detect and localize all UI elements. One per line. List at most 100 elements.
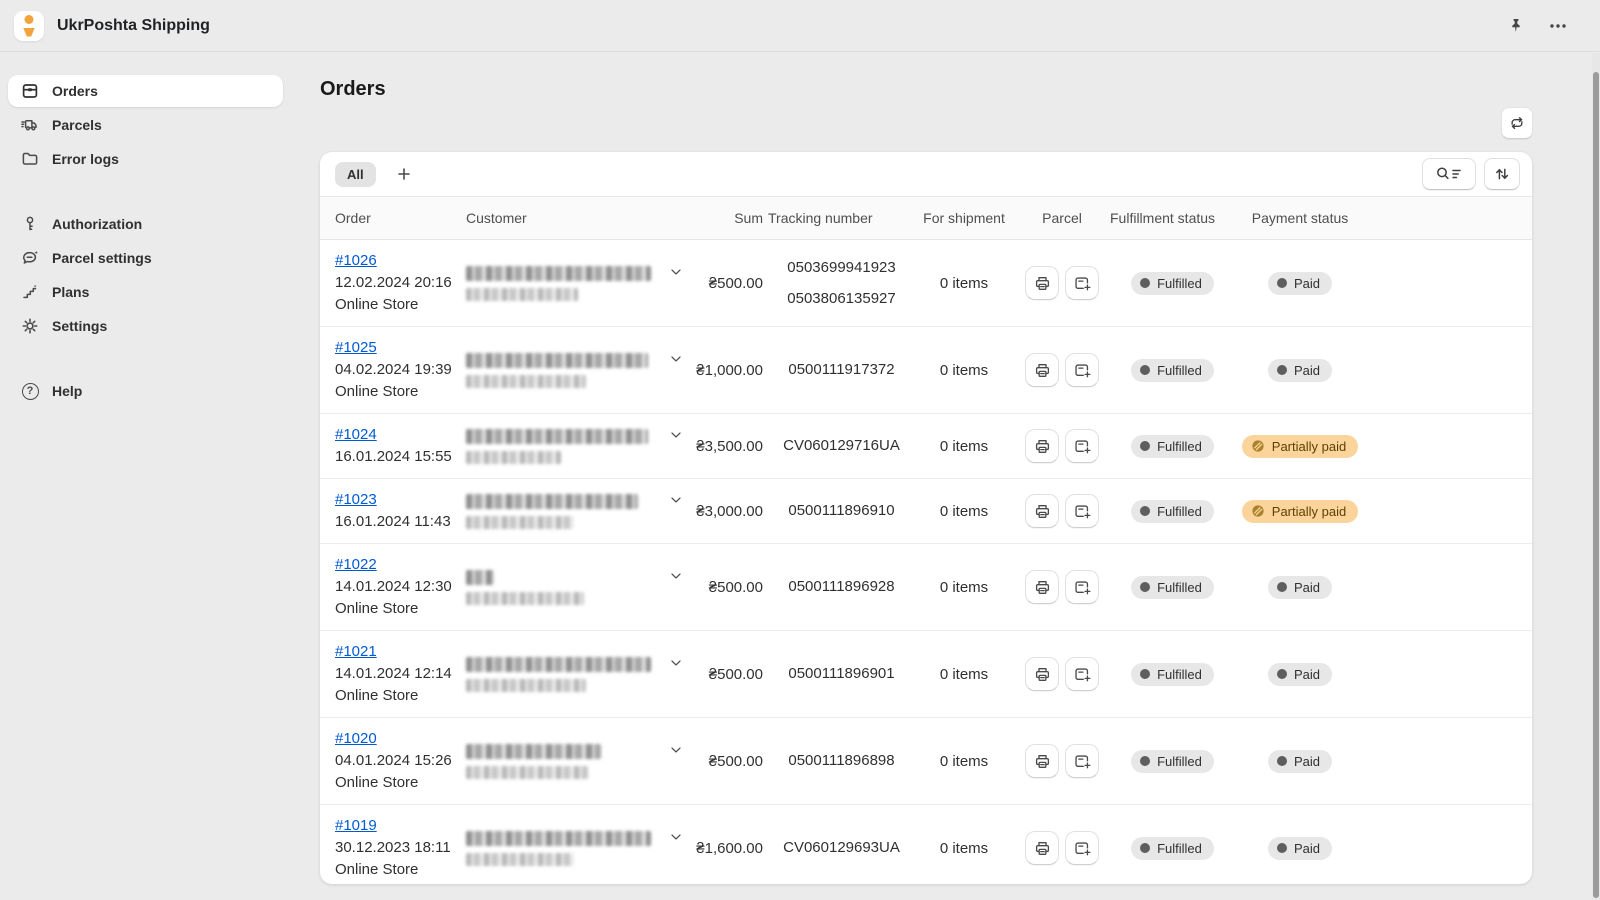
print-label-button[interactable]	[1025, 266, 1059, 300]
create-parcel-button[interactable]	[1065, 494, 1099, 528]
tab-all[interactable]: All	[335, 162, 376, 187]
fulfillment-badge: Fulfilled	[1131, 500, 1214, 523]
create-parcel-button[interactable]	[1065, 657, 1099, 691]
order-cell: #1020 04.01.2024 15:26 Online Store	[335, 718, 466, 804]
chevron-down-icon[interactable]	[668, 351, 684, 367]
fulfillment-cell: Fulfilled	[1110, 837, 1235, 860]
print-label-button[interactable]	[1025, 353, 1059, 387]
fulfillment-badge: Fulfilled	[1131, 272, 1214, 295]
payment-badge: Paid	[1268, 663, 1332, 686]
sidebar-item-label: Parcel settings	[52, 250, 152, 266]
label-add-icon	[1073, 437, 1092, 456]
order-date: 04.01.2024 15:26	[335, 750, 466, 772]
sidebar-item-orders[interactable]: Orders	[8, 75, 283, 107]
search-filter-button[interactable]	[1422, 158, 1476, 190]
tracking-number: 0503699941923	[768, 259, 915, 277]
order-link[interactable]: #1023	[335, 489, 377, 511]
parcel-actions	[1024, 429, 1100, 463]
print-label-button[interactable]	[1025, 657, 1059, 691]
fulfillment-cell: Fulfilled	[1110, 500, 1235, 523]
order-sum: ₴500.00	[690, 275, 763, 292]
chevron-down-icon[interactable]	[668, 568, 684, 584]
tracking-number: 0500111896901	[768, 665, 915, 683]
payment-cell: Paid	[1240, 576, 1360, 599]
chevron-down-icon[interactable]	[668, 492, 684, 508]
more-menu-button[interactable]	[1544, 12, 1572, 40]
tracking-cell: CV060129716UA	[768, 437, 915, 455]
sidebar-item-label: Help	[52, 383, 82, 399]
customer-name-blurred	[466, 570, 494, 585]
chevron-down-icon[interactable]	[668, 829, 684, 845]
printer-icon	[1033, 502, 1052, 521]
sidebar-item-label: Error logs	[52, 151, 119, 167]
order-link[interactable]: #1022	[335, 554, 377, 576]
sort-button[interactable]	[1484, 158, 1520, 190]
create-parcel-button[interactable]	[1065, 831, 1099, 865]
order-link[interactable]: #1021	[335, 641, 377, 663]
sidebar-item-parcel-settings[interactable]: Parcel settings	[8, 242, 283, 274]
order-link[interactable]: #1025	[335, 337, 377, 359]
fulfillment-label: Fulfilled	[1157, 504, 1202, 519]
create-parcel-button[interactable]	[1065, 570, 1099, 604]
parcel-actions	[1024, 657, 1100, 691]
sidebar-item-plans[interactable]: Plans	[8, 276, 283, 308]
order-sum: ₴3,500.00	[690, 438, 763, 455]
fulfillment-label: Fulfilled	[1157, 276, 1202, 291]
sort-arrows-icon	[1492, 164, 1512, 184]
fulfillment-cell: Fulfilled	[1110, 435, 1235, 458]
print-label-button[interactable]	[1025, 570, 1059, 604]
order-link[interactable]: #1024	[335, 424, 377, 446]
status-dot	[1140, 506, 1150, 516]
order-cell: #1024 16.01.2024 15:55	[335, 414, 466, 478]
tracking-cell: 0500111896901	[768, 665, 915, 683]
sidebar-item-error-logs[interactable]: Error logs	[8, 143, 283, 175]
chevron-down-icon[interactable]	[668, 655, 684, 671]
create-parcel-button[interactable]	[1065, 266, 1099, 300]
sidebar-item-parcels[interactable]: Parcels	[8, 109, 283, 141]
search-filter-icon	[1434, 164, 1464, 184]
for-shipment-count: 0 items	[915, 362, 1013, 379]
print-label-button[interactable]	[1025, 429, 1059, 463]
customer-cell	[466, 744, 690, 779]
print-label-button[interactable]	[1025, 744, 1059, 778]
tracking-cell: 0500111896928	[768, 578, 915, 596]
order-link[interactable]: #1020	[335, 728, 377, 750]
print-label-button[interactable]	[1025, 831, 1059, 865]
create-parcel-button[interactable]	[1065, 429, 1099, 463]
order-sum: ₴1,000.00	[690, 362, 763, 379]
order-link[interactable]: #1019	[335, 815, 377, 837]
vertical-scrollbar[interactable]	[1592, 53, 1600, 900]
printer-icon	[1033, 665, 1052, 684]
sidebar-item-help[interactable]: ? Help	[8, 375, 283, 407]
chevron-down-icon[interactable]	[668, 427, 684, 443]
order-link[interactable]: #1026	[335, 250, 377, 272]
order-date: 14.01.2024 12:30	[335, 576, 466, 598]
add-view-button[interactable]	[390, 160, 418, 188]
print-label-button[interactable]	[1025, 494, 1059, 528]
customer-name-blurred	[466, 831, 651, 846]
payment-badge: Paid	[1268, 359, 1332, 382]
sidebar-item-authorization[interactable]: Authorization	[8, 208, 283, 240]
pin-app-button[interactable]	[1502, 12, 1530, 40]
customer-phone-blurred	[466, 516, 574, 529]
fulfillment-badge: Fulfilled	[1131, 435, 1214, 458]
order-cell: #1025 04.02.2024 19:39 Online Store	[335, 327, 466, 413]
chevron-down-icon[interactable]	[668, 264, 684, 280]
sidebar-item-settings[interactable]: Settings	[8, 310, 283, 342]
payment-cell: Partially paid	[1240, 435, 1360, 458]
create-parcel-button[interactable]	[1065, 353, 1099, 387]
scrollbar-thumb[interactable]	[1593, 72, 1599, 898]
col-sum: Sum	[690, 210, 763, 226]
create-parcel-button[interactable]	[1065, 744, 1099, 778]
printer-icon	[1033, 752, 1052, 771]
label-add-icon	[1073, 752, 1092, 771]
payment-cell: Paid	[1240, 837, 1360, 860]
refresh-button[interactable]	[1501, 107, 1533, 139]
pin-icon	[1507, 17, 1525, 35]
fulfillment-label: Fulfilled	[1157, 363, 1202, 378]
status-dot	[1140, 582, 1150, 592]
chevron-down-icon[interactable]	[668, 742, 684, 758]
customer-cell	[466, 353, 690, 388]
fulfillment-label: Fulfilled	[1157, 580, 1202, 595]
app-title: UkrPoshta Shipping	[57, 17, 210, 35]
